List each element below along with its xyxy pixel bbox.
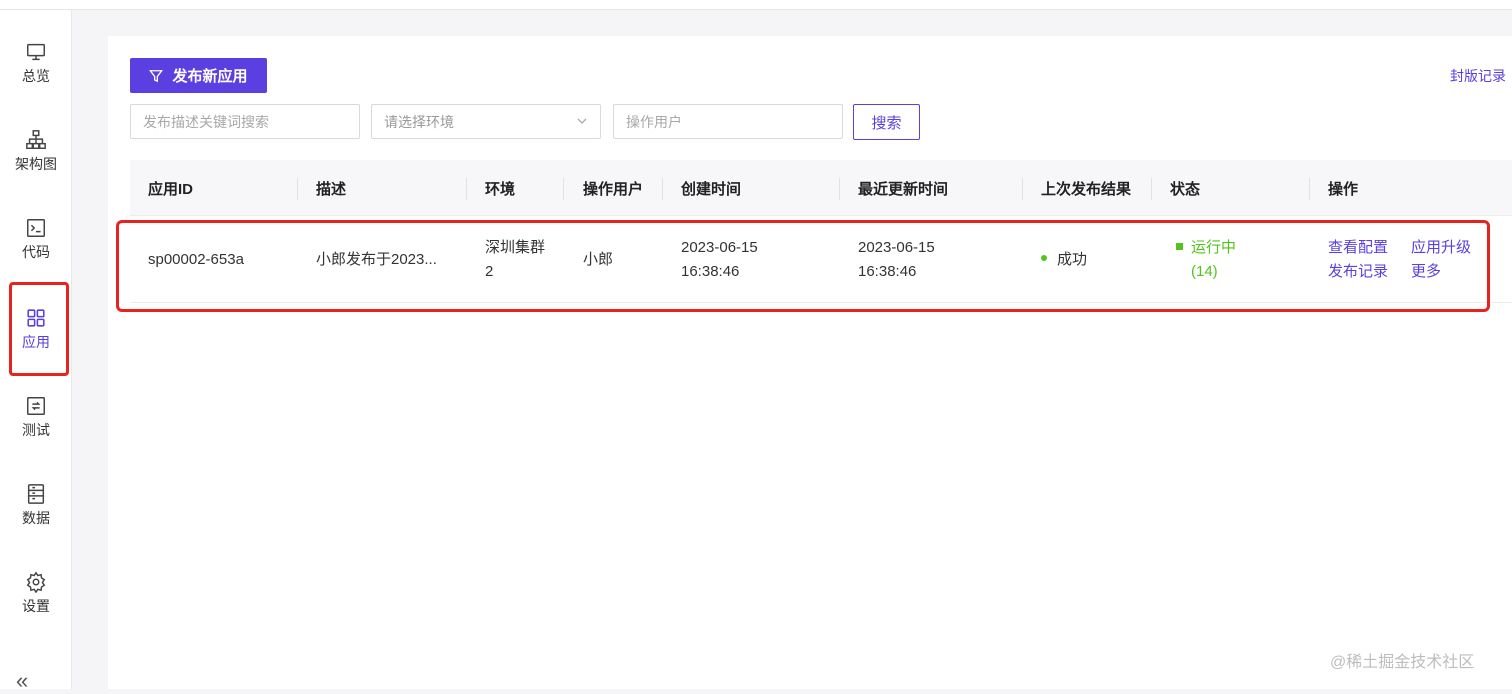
env-select-placeholder: 请选择环境	[384, 113, 454, 130]
sidebar-item-architecture[interactable]: 架构图	[0, 128, 72, 188]
seal-record-link[interactable]: 封版记录	[1450, 66, 1506, 86]
sidebar-item-data[interactable]: 数据	[0, 482, 72, 542]
status-text: 运行中	[1191, 239, 1237, 256]
success-dot-icon	[1041, 255, 1047, 262]
top-strip	[0, 0, 1512, 10]
operator-user-field	[613, 104, 843, 139]
collapse-sidebar-icon[interactable]: «	[16, 668, 29, 694]
cell-updated: 2023-06-15 16:38:46	[858, 236, 935, 284]
architecture-icon	[24, 128, 48, 152]
sidebar-item-label: 设置	[22, 598, 50, 614]
col-operator: 操作用户	[583, 180, 644, 198]
cell-created: 2023-06-15 16:38:46	[681, 236, 758, 284]
sidebar-item-label: 总览	[22, 68, 50, 84]
running-status-icon	[1176, 242, 1183, 250]
header-divider	[1151, 178, 1152, 200]
cell-updated-time: 16:38:46	[858, 263, 917, 280]
sidebar-item-apps[interactable]: 应用	[0, 306, 72, 366]
publish-button-label: 发布新应用	[172, 68, 248, 85]
sidebar-item-code[interactable]: 代码	[0, 216, 72, 276]
database-icon	[24, 482, 48, 506]
cell-status: 运行中 (14)	[1176, 236, 1236, 284]
publish-record-link[interactable]: 发布记录	[1328, 260, 1388, 281]
col-updated: 最近更新时间	[858, 180, 949, 198]
monitor-icon	[24, 40, 48, 64]
more-link[interactable]: 更多	[1411, 260, 1441, 281]
header-divider	[1309, 178, 1310, 200]
table-header: 应用ID 描述 环境 操作用户 创建时间 最近更新时间 上次发布结果 状态 操作	[130, 160, 1512, 216]
operator-user-input[interactable]	[626, 113, 830, 130]
filter-icon	[149, 69, 164, 82]
cell-app-id: sp00002-653a	[148, 251, 244, 268]
sidebar-item-label: 架构图	[15, 156, 57, 172]
apps-grid-icon	[24, 306, 48, 330]
cell-created-date: 2023-06-15	[681, 239, 758, 256]
col-description: 描述	[316, 180, 347, 198]
sidebar-item-settings[interactable]: 设置	[0, 570, 72, 630]
env-select[interactable]: 请选择环境	[371, 104, 601, 139]
sidebar-item-label: 代码	[22, 244, 50, 260]
sidebar-item-label: 数据	[22, 510, 50, 526]
keyword-search-input[interactable]	[143, 113, 347, 130]
table-row: sp00002-653a 小郎发布于2023... 深圳集群 2 小郎 2023…	[130, 217, 1512, 303]
test-cycle-icon	[24, 394, 48, 418]
header-divider	[662, 178, 663, 200]
cell-created-time: 16:38:46	[681, 263, 740, 280]
cell-last-result: 成功	[1041, 248, 1087, 272]
header-divider	[297, 178, 298, 200]
publish-new-app-button[interactable]: 发布新应用	[130, 58, 267, 93]
sidebar-item-overview[interactable]: 总览	[0, 40, 72, 100]
col-app-id: 应用ID	[148, 180, 194, 198]
view-config-link[interactable]: 查看配置	[1328, 236, 1388, 257]
col-env: 环境	[485, 180, 516, 198]
col-status: 状态	[1170, 180, 1201, 198]
sidebar-item-label: 应用	[22, 334, 50, 350]
terminal-icon	[24, 216, 48, 240]
watermark: @稀土掘金技术社区	[1330, 654, 1475, 671]
sidebar-item-label: 测试	[22, 422, 50, 438]
header-divider	[1022, 178, 1023, 200]
header-divider	[466, 178, 467, 200]
header-divider	[563, 178, 564, 200]
cell-env-line1: 深圳集群	[485, 239, 546, 256]
cell-env-line2: 2	[485, 263, 494, 280]
cell-updated-date: 2023-06-15	[858, 239, 935, 256]
status-count: (14)	[1191, 263, 1218, 280]
col-last-result: 上次发布结果	[1041, 180, 1132, 198]
header-divider	[839, 178, 840, 200]
keyword-search-field	[130, 104, 360, 139]
search-button[interactable]: 搜索	[853, 104, 920, 140]
col-actions: 操作	[1328, 180, 1359, 198]
main-panel: 发布新应用 封版记录 请选择环境 搜索 应用ID 描述 环境 操作用户 创建时间…	[108, 36, 1512, 689]
col-created: 创建时间	[681, 180, 742, 198]
last-result-text: 成功	[1057, 251, 1088, 268]
gear-icon	[24, 570, 48, 594]
app-upgrade-link[interactable]: 应用升级	[1411, 236, 1471, 257]
chevron-down-icon	[577, 118, 587, 124]
cell-description: 小郎发布于2023...	[316, 251, 437, 268]
sidebar-item-test[interactable]: 测试	[0, 394, 72, 454]
cell-operator: 小郎	[583, 251, 614, 268]
cell-env: 深圳集群 2	[485, 236, 545, 284]
sidebar: 总览 架构图 代码 应用 测试 数据 设置 «	[0, 10, 72, 693]
